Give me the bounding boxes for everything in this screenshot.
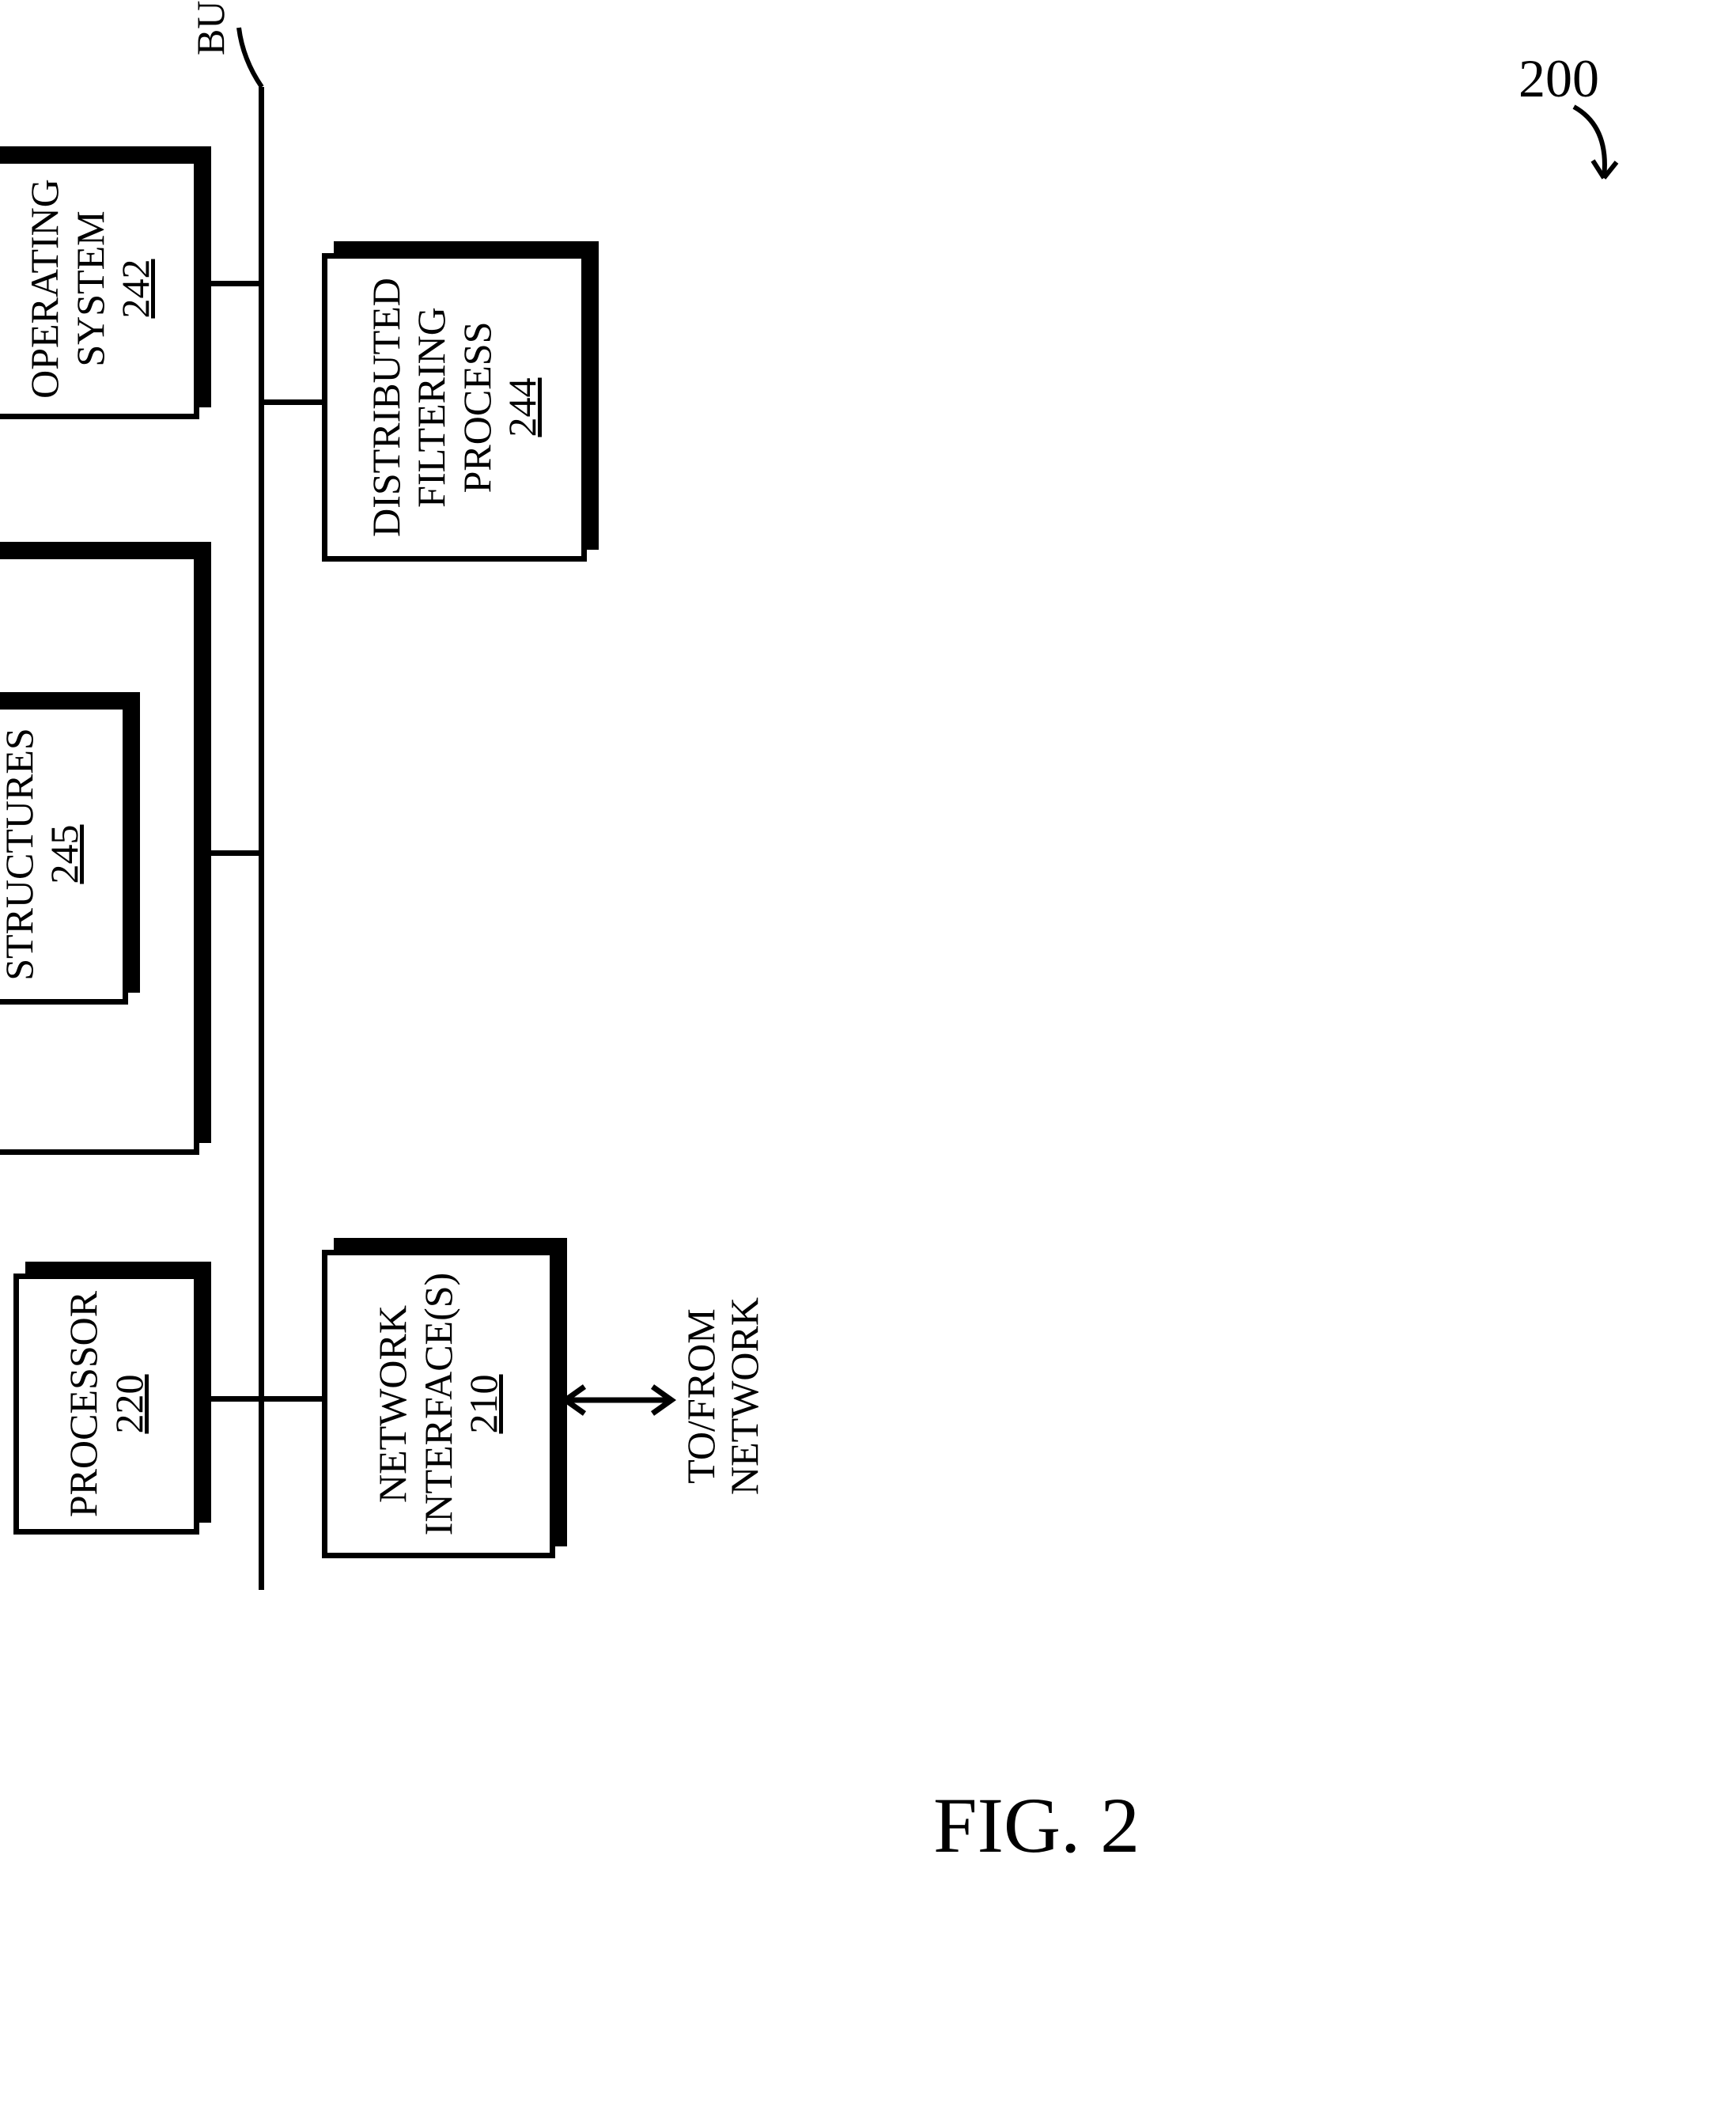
- diagram-canvas: 200 BUS 250 PROCESSOR 220: [0, 0, 1736, 2127]
- reference-number-text: 200: [1519, 48, 1599, 108]
- bus-label-text: BUS 250: [188, 0, 233, 55]
- dist-number: 244: [500, 378, 546, 437]
- figure-caption: FIG. 2: [933, 1780, 1140, 1871]
- bus-pointer-icon: [235, 16, 290, 95]
- connector: [261, 1396, 327, 1402]
- tofrom-line1: TO/FROM: [679, 1297, 723, 1495]
- bus-label: BUS 250: [187, 0, 233, 55]
- reference-number-200: 200: [1519, 47, 1599, 110]
- operating-system-block: OPERATING SYSTEM 242: [0, 158, 199, 419]
- data-structures-block: DATA STRUCTURES 245: [0, 704, 128, 1005]
- tofrom-line2: NETWORK: [723, 1297, 766, 1495]
- netif-label-1: NETWORK: [370, 1305, 416, 1503]
- dist-label-1: DISTRIBUTED: [364, 278, 410, 537]
- processor-label: PROCESSOR: [61, 1291, 107, 1517]
- netif-number: 210: [461, 1375, 507, 1434]
- netif-label-2: INTERFACE(S): [416, 1273, 462, 1535]
- network-interfaces-block: NETWORK INTERFACE(S) 210: [322, 1250, 555, 1558]
- bus-line: [259, 87, 264, 1590]
- double-arrow-icon: [559, 1380, 678, 1420]
- processor-number: 220: [107, 1375, 153, 1434]
- reference-pointer-icon: [1566, 103, 1629, 198]
- to-from-network-label: TO/FROM NETWORK: [679, 1297, 766, 1495]
- data-structures-number: 245: [42, 825, 88, 884]
- os-label-1: OPERATING: [22, 179, 68, 399]
- figure-caption-text: FIG. 2: [933, 1781, 1140, 1869]
- dist-label-3: PROCESS: [455, 322, 501, 494]
- connector: [261, 399, 327, 405]
- processor-block: PROCESSOR 220: [13, 1274, 199, 1535]
- distributed-filtering-block: DISTRIBUTED FILTERING PROCESS 244: [322, 253, 587, 562]
- os-number: 242: [113, 259, 159, 319]
- data-structures-label-2: STRUCTURES: [0, 728, 42, 981]
- dist-label-2: FILTERING: [409, 307, 455, 508]
- os-label-2: SYSTEM: [68, 210, 114, 366]
